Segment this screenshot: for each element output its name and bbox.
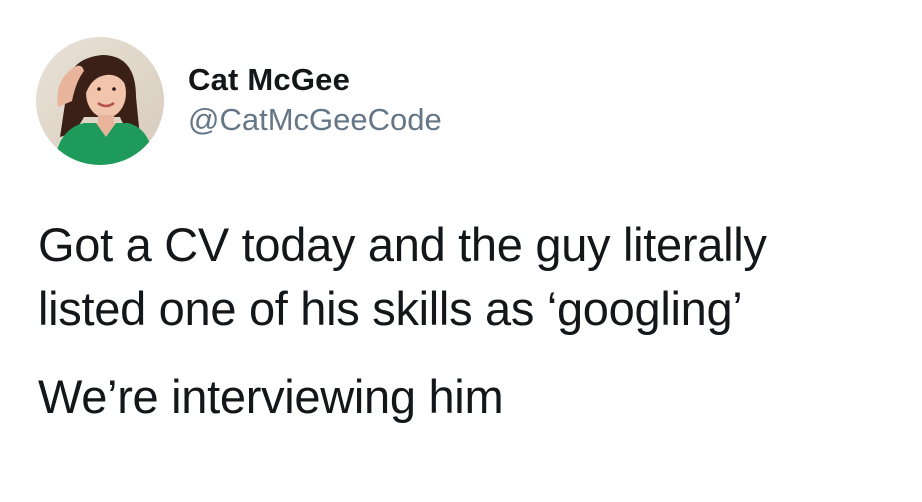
tweet-text: Got a CV today and the guy literally lis… [38, 213, 898, 429]
author-handle[interactable]: @CatMcGeeCode [188, 101, 442, 139]
author-names: Cat McGee @CatMcGeeCode [188, 61, 442, 139]
avatar[interactable] [36, 37, 164, 165]
tweet-card: Cat McGee @CatMcGeeCode Got a CV today a… [0, 0, 922, 502]
author-display-name[interactable]: Cat McGee [188, 61, 442, 99]
tweet-text-line: Got a CV today and the guy literally [38, 218, 767, 271]
tweet-text-line: listed one of his skills as ‘googling’ [38, 282, 743, 335]
avatar-photo-icon [36, 37, 164, 165]
tweet-header: Cat McGee @CatMcGeeCode [36, 36, 442, 166]
tweet-followup-line: We’re interviewing him [38, 370, 504, 423]
